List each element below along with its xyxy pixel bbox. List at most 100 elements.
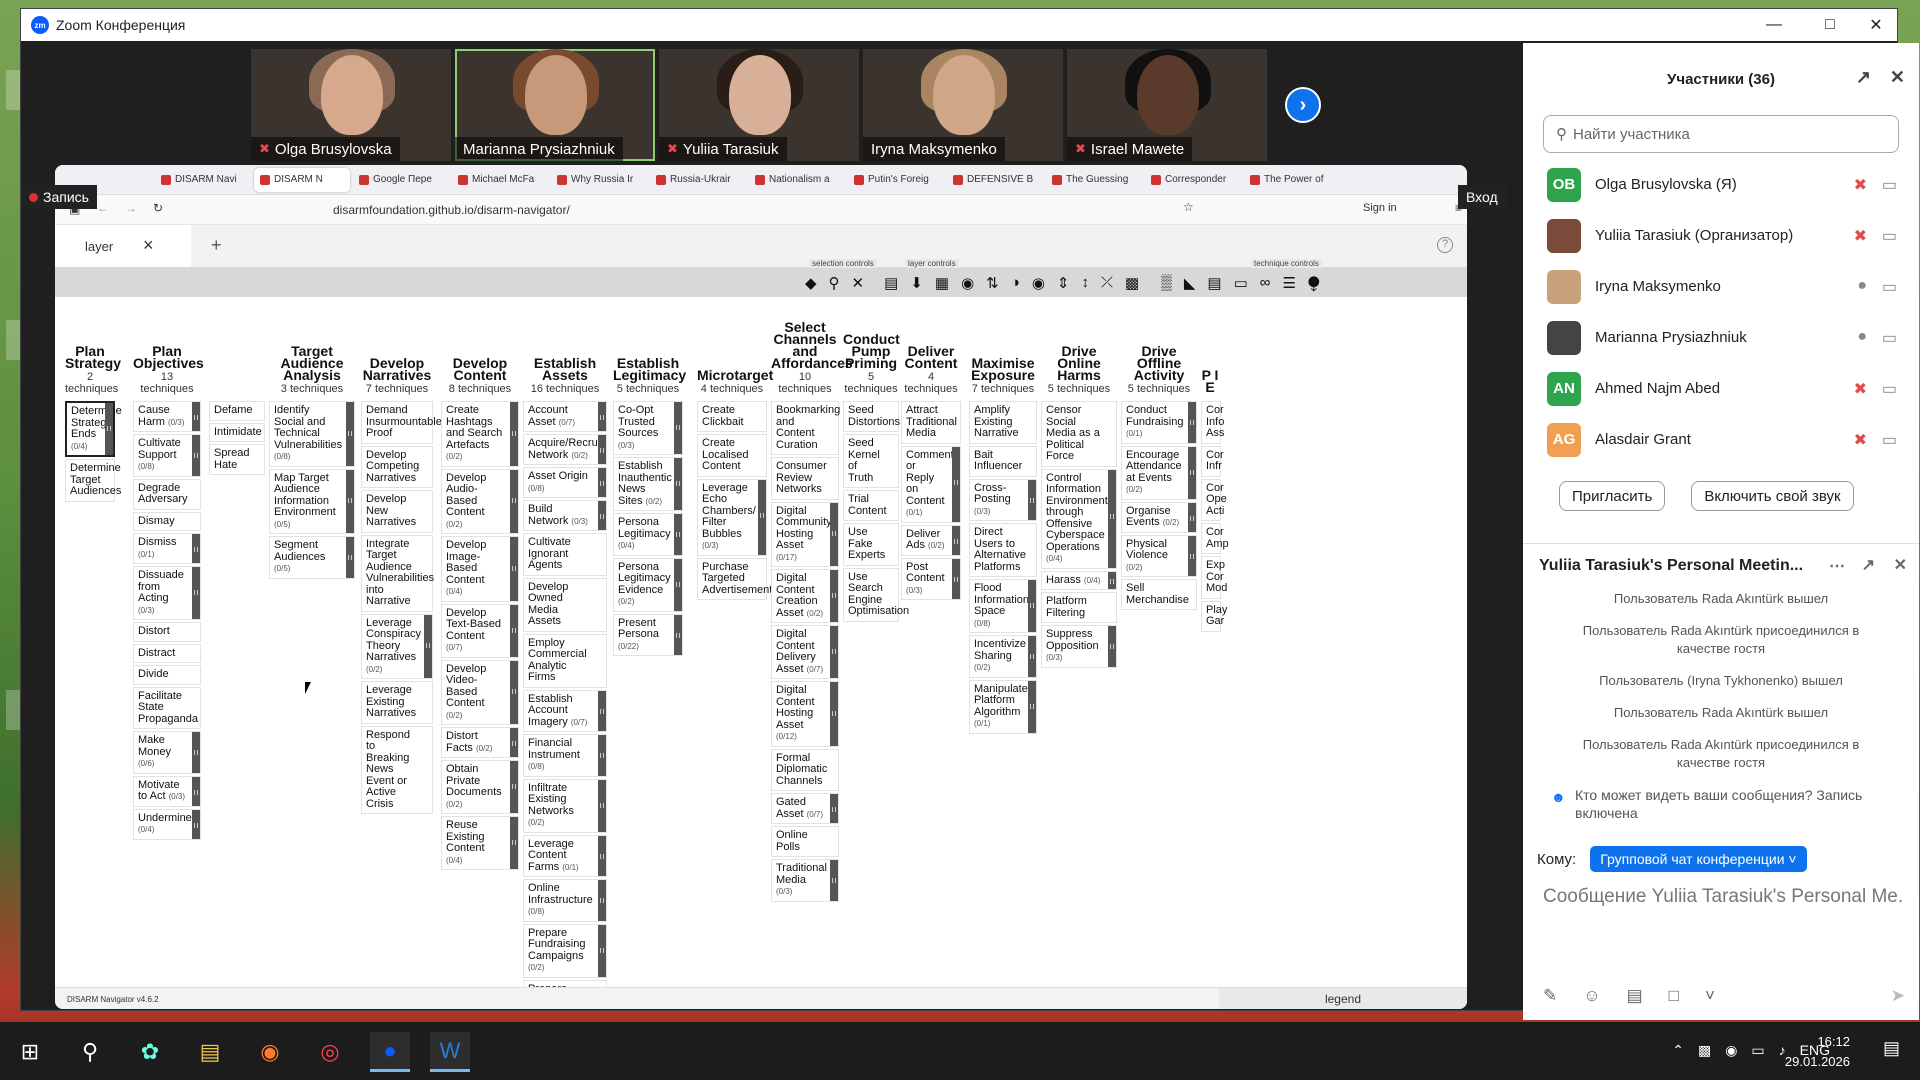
technique-cell[interactable]: Integrate Target Audience Vulnerabilitie… <box>361 534 434 612</box>
technique-cell[interactable]: Map Target Audience Information Environm… <box>269 468 355 534</box>
expand-subtechniques-handle[interactable] <box>192 534 200 563</box>
chat-message-input[interactable]: Сообщение Yuliia Tarasiuk's Personal Me.… <box>1523 886 1903 908</box>
signin-label[interactable]: Вход <box>1458 185 1506 209</box>
technique-cell[interactable]: Segment Audiences (0/5) <box>269 536 355 579</box>
expand-subtechniques-handle[interactable] <box>598 468 606 497</box>
disable-icon[interactable]: ▒ <box>1161 274 1172 292</box>
reload-icon[interactable]: ↻ <box>153 201 163 215</box>
sort-icon[interactable]: ⇅ <box>986 274 999 292</box>
expand-subtechniques-handle[interactable] <box>1108 626 1116 667</box>
technique-cell[interactable]: Post Content (0/3) <box>901 557 961 600</box>
tactic-header[interactable]: Select Channels and Affordances 10 techni… <box>771 317 853 401</box>
technique-cell[interactable]: Dismay <box>133 511 201 531</box>
emoji-icon[interactable]: ☺ <box>1583 986 1600 1006</box>
expand-subtechniques-handle[interactable] <box>598 501 606 530</box>
technique-cell[interactable]: Degrade Adversary <box>133 478 201 510</box>
chevron-up-icon[interactable]: ⌃ <box>1672 1042 1684 1059</box>
expand-subtechniques-handle[interactable] <box>192 776 200 806</box>
technique-cell[interactable]: Play Gar <box>1201 600 1227 632</box>
more-icon[interactable]: ⋯ <box>1829 556 1845 576</box>
technique-cell[interactable]: Respond to Breaking News Event or Active… <box>361 725 433 814</box>
expand-subtechniques-handle[interactable] <box>830 682 838 746</box>
fill-icon[interactable]: ◣ <box>1184 274 1196 292</box>
technique-cell[interactable]: Dissuade from Acting (0/3) <box>133 566 201 620</box>
technique-cell[interactable]: Dismiss (0/1) <box>133 533 201 564</box>
technique-cell[interactable]: Intimidate <box>209 422 265 442</box>
search-icon[interactable]: ⚲ <box>829 274 840 292</box>
expand-subtechniques-handle[interactable] <box>1028 580 1036 632</box>
invite-button[interactable]: Пригласить <box>1559 481 1666 511</box>
technique-cell[interactable]: Deliver Ads (0/2) <box>901 524 961 556</box>
expand-subtechniques-handle[interactable] <box>674 402 682 454</box>
browser-tab[interactable]: Corresponder <box>1145 168 1241 192</box>
technique-cell[interactable]: Distort Facts (0/2) <box>441 727 519 758</box>
technique-cell[interactable]: Cultivate Ignorant Agents <box>523 533 607 576</box>
technique-cell[interactable]: Account Asset (0/7) <box>523 401 607 432</box>
tactic-header[interactable] <box>209 317 265 401</box>
technique-cell[interactable]: Undermine (0/4) <box>133 808 201 840</box>
muted-mic-icon[interactable]: ✖ <box>1854 430 1867 450</box>
expand-subtechniques-handle[interactable] <box>510 660 518 724</box>
expand-subtechniques-handle[interactable] <box>830 502 838 566</box>
download-icon[interactable]: ⬇ <box>910 274 923 292</box>
expand-subtechniques-handle[interactable] <box>346 402 354 466</box>
zoom-icon[interactable]: ● <box>370 1032 410 1072</box>
expand-subtechniques-handle[interactable] <box>510 537 518 601</box>
technique-cell[interactable]: Co-Opt Trusted Sources (0/3) <box>613 401 683 455</box>
technique-cell[interactable]: Distort <box>133 622 201 642</box>
next-videos-button[interactable]: › <box>1285 87 1321 123</box>
video-tile[interactable]: Marianna Prysiazhniuk <box>455 49 655 161</box>
technique-cell[interactable]: Incentivize Sharing (0/2) <box>969 635 1037 678</box>
expand-subtechniques-handle[interactable] <box>510 817 518 869</box>
participant-row[interactable]: OB Olga Brusylovska (Я) ✖ ▭ <box>1523 159 1919 210</box>
legend-button[interactable]: legend <box>1219 988 1467 1009</box>
video-camera-icon[interactable]: ▭ <box>1882 379 1897 399</box>
technique-cell[interactable]: Financial Instrument (0/8) <box>523 734 607 777</box>
expand-subtechniques-handle[interactable] <box>424 614 432 678</box>
expand-subtechniques-handle[interactable] <box>674 514 682 555</box>
tactic-header[interactable]: Drive Online Harms 5 techniques <box>1041 317 1117 401</box>
technique-cell[interactable]: Cross-Posting (0/3) <box>969 478 1037 521</box>
technique-cell[interactable]: Seed Distortions <box>843 401 900 432</box>
maximize-button[interactable]: □ <box>1807 9 1853 41</box>
technique-cell[interactable]: Identify Social and Technical Vulnerabil… <box>269 401 355 467</box>
browser-tab[interactable]: Why Russia Ir <box>551 168 647 192</box>
lock-icon[interactable]: ◆ <box>805 274 817 292</box>
video-tile[interactable]: ✖ Yuliia Tarasiuk <box>659 49 859 161</box>
muted-mic-icon[interactable]: ✖ <box>1854 175 1867 195</box>
browser-tab[interactable]: Michael McFa <box>452 168 548 192</box>
technique-cell[interactable]: Determine Strategic Ends (0/4) <box>65 401 122 457</box>
video-tile[interactable]: ✖ Israel Mawete <box>1067 49 1267 161</box>
tactic-header[interactable]: Drive Offline Activity 5 techniques <box>1121 317 1197 401</box>
expand-subtechniques-handle[interactable] <box>830 860 838 901</box>
expand-subtechniques-handle[interactable] <box>598 835 606 876</box>
minimize-button[interactable]: — <box>1751 9 1797 41</box>
technique-cell[interactable]: Cause Harm (0/3) <box>133 401 201 432</box>
technique-cell[interactable]: Comment or Reply on Content (0/1) <box>901 445 961 523</box>
expand-subtechniques-handle[interactable] <box>346 537 354 578</box>
browser-tab[interactable]: Putin's Foreig <box>848 168 944 192</box>
technique-cell[interactable]: Exp Cor Mod <box>1201 556 1227 599</box>
technique-cell[interactable]: Distract <box>133 643 201 663</box>
technique-cell[interactable]: Create Clickbait <box>697 401 767 432</box>
desktop-icon[interactable] <box>6 690 20 730</box>
address-bar[interactable]: disarmfoundation.github.io/disarm-naviga… <box>333 203 570 217</box>
muted-mic-icon[interactable]: ✖ <box>1854 226 1867 246</box>
link-icon[interactable]: ∞ <box>1260 274 1271 292</box>
popout-icon[interactable]: ↗ <box>1856 67 1871 88</box>
technique-cell[interactable]: Encourage Attendance at Events (0/2) <box>1121 445 1197 500</box>
expand-subtechniques-handle[interactable] <box>510 728 518 757</box>
clear-annotations-icon[interactable]: ⧭ <box>1308 274 1320 292</box>
word-icon[interactable]: W <box>430 1032 470 1072</box>
technique-cell[interactable]: Trial Content <box>843 490 899 521</box>
expand-subtechniques-handle[interactable] <box>510 761 518 813</box>
technique-cell[interactable]: Seed Kernel of Truth <box>843 434 899 488</box>
expand-subtechniques-handle[interactable] <box>192 567 200 619</box>
tactic-header[interactable]: Target Audience Analysis 3 techniques <box>269 317 355 401</box>
technique-cell[interactable]: Traditional Media (0/3) <box>771 859 839 902</box>
desktop-icon[interactable] <box>6 70 20 110</box>
technique-cell[interactable]: Organise Events (0/2) <box>1121 501 1197 533</box>
video-camera-icon[interactable]: ▭ <box>1882 175 1897 195</box>
battery-icon[interactable]: ▭ <box>1751 1042 1764 1059</box>
search-icon[interactable]: ⚲ <box>70 1032 110 1072</box>
